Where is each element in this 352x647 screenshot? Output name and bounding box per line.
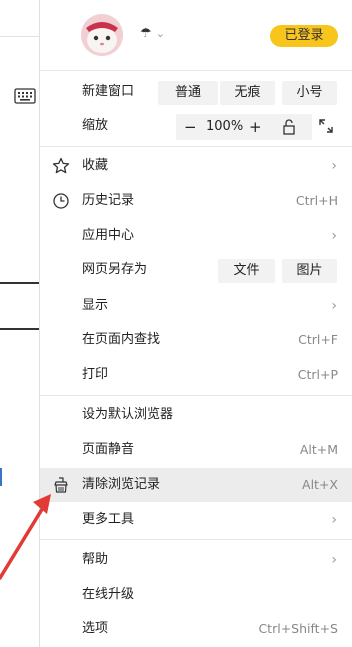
menu-item-print[interactable]: 打印 Ctrl+P bbox=[40, 358, 352, 392]
history-shortcut: Ctrl+H bbox=[295, 193, 338, 208]
zoom-row: 缩放 − 100% + bbox=[40, 109, 352, 143]
chevron-right-icon: › bbox=[331, 298, 337, 314]
clear-history-shortcut: Alt+X bbox=[302, 477, 338, 492]
new-incognito-window-button[interactable]: 无痕 bbox=[220, 81, 275, 105]
menu-item-mute[interactable]: 页面静音 Alt+M bbox=[40, 433, 352, 467]
background-rule bbox=[0, 282, 40, 284]
save-as-label: 网页另存为 bbox=[82, 262, 148, 277]
fullscreen-icon[interactable] bbox=[318, 118, 334, 134]
menu-divider bbox=[40, 395, 352, 396]
background-divider bbox=[0, 36, 40, 37]
star-icon bbox=[52, 157, 70, 174]
chevron-right-icon: › bbox=[331, 512, 337, 528]
menu-divider bbox=[40, 146, 352, 147]
zoom-level: 100% bbox=[206, 119, 244, 134]
avatar[interactable] bbox=[81, 14, 123, 56]
menu-item-favorites[interactable]: 收藏 › bbox=[40, 149, 352, 183]
default-browser-label: 设为默认浏览器 bbox=[82, 407, 174, 422]
print-label: 打印 bbox=[82, 367, 109, 382]
background-accent bbox=[0, 468, 2, 486]
menu-item-app-center[interactable]: 应用中心 › bbox=[40, 219, 352, 253]
browser-main-menu: ☂ ⌄ 已登录 新建窗口 普通 无痕 小号 缩放 − 100% + 收藏 › 历… bbox=[39, 0, 352, 647]
save-as-image-button[interactable]: 图片 bbox=[282, 259, 337, 283]
zoom-control: − 100% + bbox=[176, 114, 312, 140]
menu-item-online-upgrade[interactable]: 在线升级 bbox=[40, 578, 352, 612]
favorites-label: 收藏 bbox=[82, 158, 109, 173]
help-label: 帮助 bbox=[82, 552, 109, 567]
find-shortcut: Ctrl+F bbox=[298, 332, 338, 347]
app-center-label: 应用中心 bbox=[82, 228, 135, 243]
menu-item-clear-history[interactable]: 清除浏览记录 Alt+X bbox=[40, 468, 352, 502]
broom-icon bbox=[54, 477, 68, 493]
zoom-label: 缩放 bbox=[82, 118, 109, 133]
options-label: 选项 bbox=[82, 621, 109, 636]
menu-item-save-as: 网页另存为 文件 图片 bbox=[40, 253, 352, 287]
zoom-out-button[interactable]: − bbox=[184, 114, 197, 140]
more-tools-label: 更多工具 bbox=[82, 512, 135, 527]
new-window-label: 新建窗口 bbox=[82, 84, 135, 99]
new-normal-window-button[interactable]: 普通 bbox=[158, 81, 218, 105]
clock-icon bbox=[53, 193, 69, 209]
mute-label: 页面静音 bbox=[82, 442, 135, 457]
find-label: 在页面内查找 bbox=[82, 332, 161, 347]
login-status-button[interactable]: 已登录 bbox=[270, 25, 338, 47]
menu-item-display[interactable]: 显示 › bbox=[40, 289, 352, 323]
save-as-file-button[interactable]: 文件 bbox=[218, 259, 275, 283]
menu-item-options[interactable]: 选项 Ctrl+Shift+S bbox=[40, 612, 352, 646]
lock-icon[interactable] bbox=[280, 118, 298, 136]
background-rule bbox=[0, 328, 40, 330]
chevron-right-icon: › bbox=[331, 552, 337, 568]
menu-item-history[interactable]: 历史记录 Ctrl+H bbox=[40, 184, 352, 218]
mute-shortcut: Alt+M bbox=[299, 442, 338, 457]
display-label: 显示 bbox=[82, 298, 109, 313]
chevron-right-icon: › bbox=[331, 228, 337, 244]
umbrella-icon[interactable]: ☂ ⌄ bbox=[140, 26, 165, 41]
keyboard-icon[interactable] bbox=[14, 88, 36, 104]
options-shortcut: Ctrl+Shift+S bbox=[258, 621, 338, 636]
new-window-row: 新建窗口 普通 无痕 小号 bbox=[40, 75, 352, 109]
zoom-in-button[interactable]: + bbox=[249, 114, 262, 140]
menu-item-more-tools[interactable]: 更多工具 › bbox=[40, 503, 352, 537]
chevron-right-icon: › bbox=[331, 158, 337, 174]
menu-divider bbox=[40, 70, 352, 71]
new-small-window-button[interactable]: 小号 bbox=[282, 81, 337, 105]
menu-item-default-browser[interactable]: 设为默认浏览器 bbox=[40, 398, 352, 432]
print-shortcut: Ctrl+P bbox=[297, 367, 338, 382]
history-label: 历史记录 bbox=[82, 193, 135, 208]
menu-divider bbox=[40, 539, 352, 540]
online-upgrade-label: 在线升级 bbox=[82, 587, 135, 602]
clear-history-label: 清除浏览记录 bbox=[82, 477, 161, 492]
menu-item-help[interactable]: 帮助 › bbox=[40, 543, 352, 577]
menu-item-find[interactable]: 在页面内查找 Ctrl+F bbox=[40, 323, 352, 357]
